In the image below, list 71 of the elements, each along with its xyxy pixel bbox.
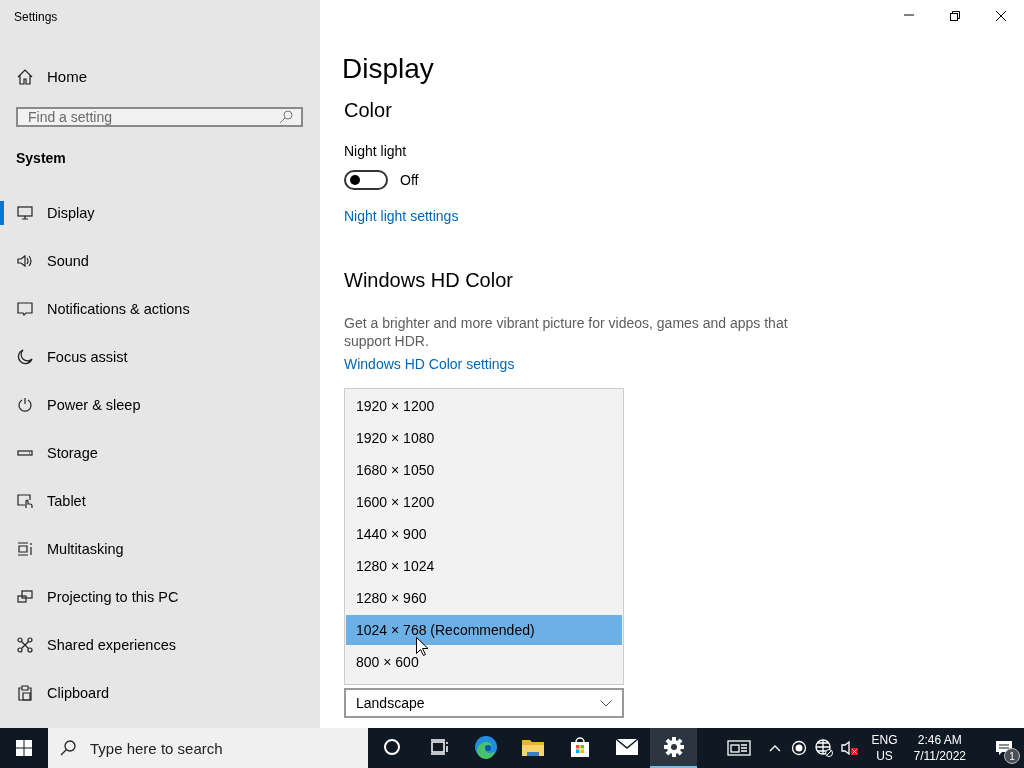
clock-time[interactable]: 2:46 AM [917, 732, 962, 748]
moon-icon [17, 349, 33, 365]
toggle-switch[interactable] [344, 170, 388, 190]
language-indicator[interactable]: ENG [871, 732, 898, 748]
menu-option[interactable]: 1680 × 1050 [346, 455, 622, 485]
close-icon[interactable] [995, 10, 1007, 22]
notification-badge: 1 [1004, 748, 1020, 764]
section-heading: Windows HD Color [344, 269, 514, 292]
taskbar-app[interactable] [650, 728, 697, 768]
speaker-icon [17, 253, 33, 269]
sidebar-item[interactable]: Multitasking [0, 525, 320, 573]
task-view-icon [428, 737, 449, 757]
sidebar-item[interactable]: Storage [0, 429, 320, 477]
menu-option[interactable]: 1280 × 1024 [346, 551, 622, 581]
sidebar-item[interactable]: Clipboard [0, 669, 320, 717]
sidebar-item[interactable]: Sound [0, 237, 320, 285]
settings-link[interactable]: Windows HD Color settings [344, 356, 515, 372]
home-link[interactable]: Home [17, 64, 87, 89]
menu-option[interactable]: 1280 × 960 [346, 583, 622, 613]
circle-icon [381, 737, 402, 757]
multitask-icon [17, 541, 33, 557]
home-icon [17, 68, 33, 85]
orientation-dropdown[interactable]: Landscape [344, 688, 624, 718]
folder-icon [520, 737, 545, 757]
sidebar-item[interactable]: Notifications & actions [0, 285, 320, 333]
menu-option[interactable]: 1024 × 768 (Recommended) [346, 615, 622, 645]
search-icon [60, 740, 76, 756]
chevron-up-icon[interactable] [769, 744, 782, 752]
store-bag-icon [568, 736, 591, 758]
menu-option[interactable]: 1920 × 1080 [346, 423, 622, 453]
settings-link[interactable]: Night light settings [344, 208, 459, 224]
sidebar-item[interactable]: Focus assist [0, 333, 320, 381]
page-title: Display [342, 53, 435, 85]
speaker-muted-icon[interactable] [841, 740, 860, 756]
cursor-icon [416, 637, 428, 656]
gear-icon [662, 736, 685, 758]
news-icon[interactable] [727, 739, 752, 757]
toggle-state: Off [400, 172, 419, 188]
envelope-icon [614, 738, 639, 756]
section-heading: System [16, 150, 67, 166]
section-heading: Color [344, 99, 393, 122]
menu-option[interactable]: 1920 × 1200 [346, 391, 622, 421]
menu-option[interactable]: 1440 × 900 [346, 519, 622, 549]
clipboard-icon [17, 685, 33, 701]
monitor-icon [17, 205, 33, 221]
sidebar-item[interactable]: Shared experiences [0, 621, 320, 669]
projector-icon [17, 589, 33, 605]
restore-icon[interactable] [949, 10, 961, 22]
clock-date[interactable]: 7/11/2022 [913, 748, 966, 764]
record-icon[interactable] [791, 740, 808, 756]
description-text: Get a brighter and more vibrant picture for videos, games and apps that support HDR. [344, 314, 789, 350]
globe-icon[interactable] [815, 739, 834, 757]
sidebar-item[interactable]: Projecting to this PC [0, 573, 320, 621]
taskbar-search-field[interactable]: Type here to search [48, 728, 368, 768]
chevron-down-icon [600, 699, 612, 707]
windows-logo-icon [16, 740, 32, 756]
menu-option[interactable]: 1600 × 1200 [346, 487, 622, 517]
search-icon [279, 110, 293, 124]
browser-icon [473, 735, 498, 759]
setting-label: Night light [344, 143, 407, 159]
window-title: Settings [14, 10, 59, 24]
menu-option[interactable]: 800 × 600 [346, 647, 622, 677]
nodes-icon [17, 637, 33, 653]
search-field[interactable]: Find a setting [16, 107, 303, 127]
sidebar-item[interactable]: Tablet [0, 477, 320, 525]
sidebar-item[interactable]: Power & sleep [0, 381, 320, 429]
power-icon [17, 397, 33, 413]
sidebar-item[interactable]: Display [0, 189, 320, 237]
tablet-icon [17, 493, 33, 509]
message-icon [17, 301, 33, 317]
region-indicator[interactable]: US [876, 748, 893, 764]
